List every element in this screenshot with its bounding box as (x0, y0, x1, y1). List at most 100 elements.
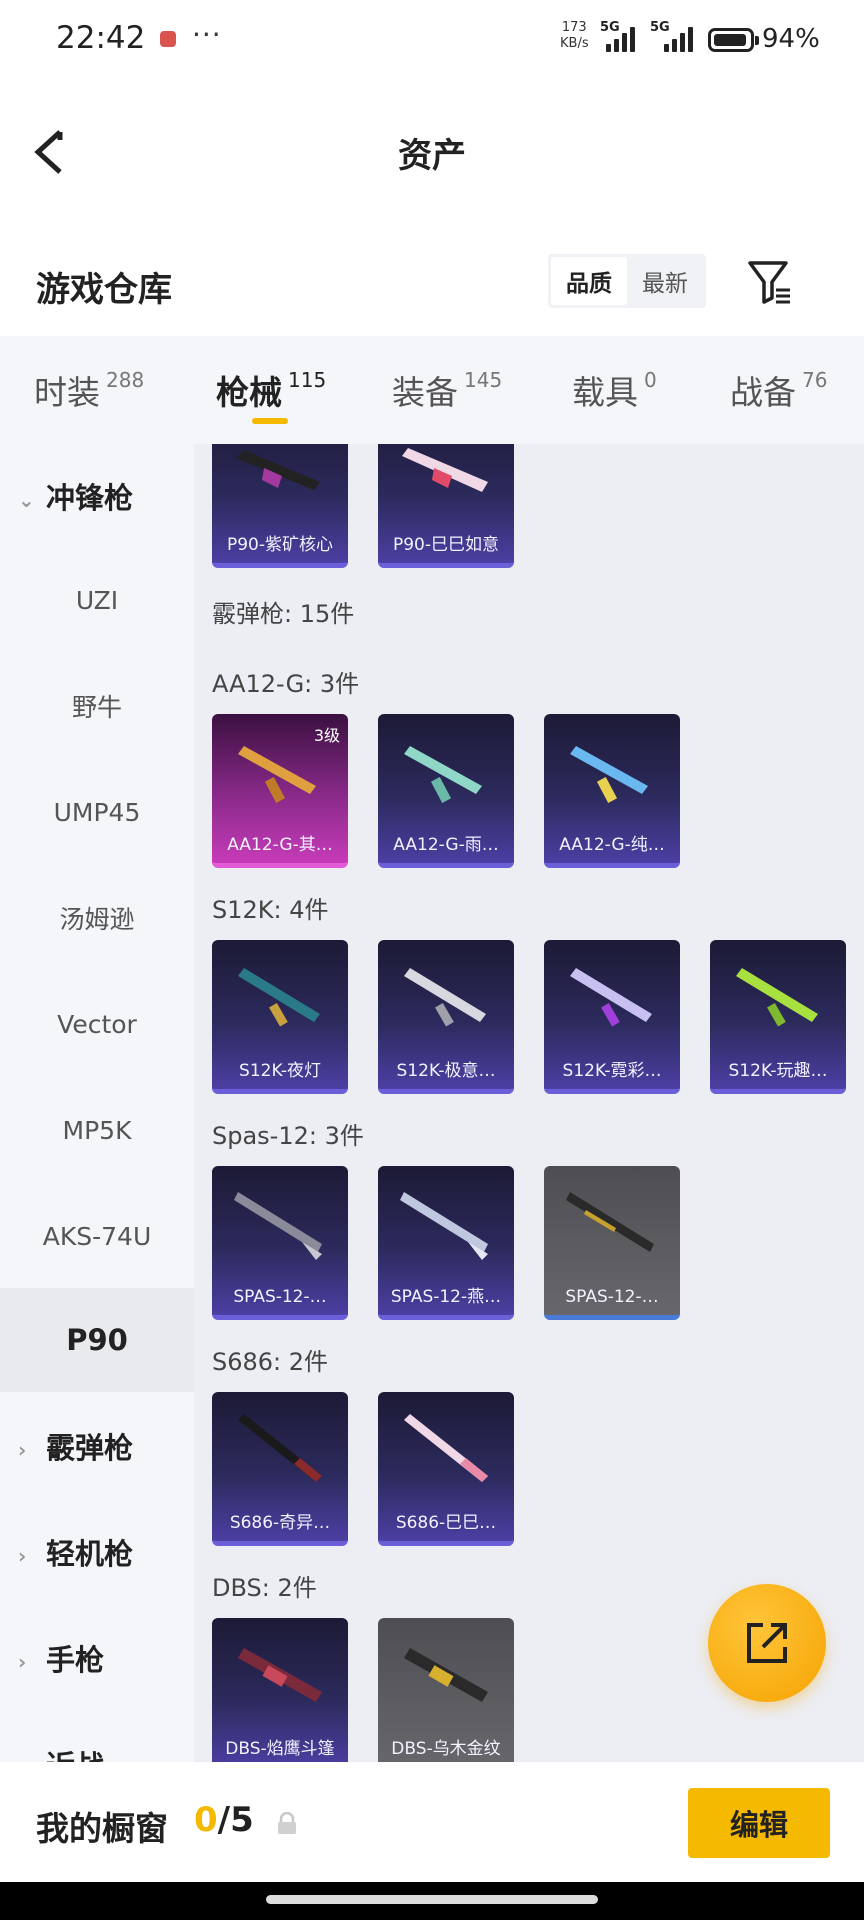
skin-name: S12K-玩趣… (728, 1061, 828, 1081)
nav-bar: 资产 (0, 84, 864, 214)
signal-2-icon (664, 26, 693, 52)
weapon-art-icon (402, 448, 488, 492)
skin-card[interactable]: S12K-夜灯 (212, 940, 348, 1094)
skin-name: SPAS-12-… (565, 1287, 659, 1307)
sidebar-item-ump45[interactable]: UMP45 (0, 760, 194, 864)
sort-quality-option[interactable]: 品质 (551, 257, 627, 305)
sidebar-item-label: 霰弹枪 (46, 1431, 134, 1465)
skin-name: S12K-霓彩… (562, 1061, 662, 1081)
tab-supplies[interactable]: 战备 76 (730, 366, 827, 414)
skin-card[interactable]: S12K-极意… (378, 940, 514, 1094)
skin-level-badge: 3级 (313, 726, 340, 745)
skin-card[interactable]: DBS-乌木金纹 (378, 1618, 514, 1762)
skin-name: P90-紫矿核心 (226, 535, 334, 555)
weapon-art-icon (238, 968, 320, 1027)
edit-button[interactable]: 编辑 (688, 1788, 830, 1858)
skin-name: S686-奇异… (229, 1513, 331, 1533)
battery-icon (708, 28, 759, 52)
system-nav-area (0, 1882, 864, 1920)
sidebar-group-melee[interactable]: › 近战 (0, 1712, 194, 1762)
skin-card[interactable]: P90-巳巳如意 (378, 444, 514, 568)
skin-name: S12K-极意… (396, 1061, 496, 1081)
filter-icon[interactable] (746, 258, 794, 308)
network-speed: 173 KB/s (560, 20, 589, 52)
skin-name: DBS-焰鹰斗篷 (225, 1739, 335, 1759)
skin-card[interactable]: SPAS-12-… (212, 1166, 348, 1320)
network-speed-value: 173 (561, 20, 587, 35)
weapon-art-icon (404, 746, 482, 803)
item-grid-scroll[interactable]: P90-紫矿核心 P90-巳巳如意 霰弹枪: 15件 AA12-G: 3件 3级… (194, 444, 864, 1762)
skin-name: SPAS-12-… (233, 1287, 327, 1307)
chevron-right-icon: › (18, 1438, 27, 1462)
sidebar-item-vector[interactable]: Vector (0, 972, 194, 1076)
chevron-down-icon: ⌄ (18, 488, 35, 512)
tab-label: 战备 (730, 373, 796, 412)
sidebar-group-pistol[interactable]: › 手枪 (0, 1606, 194, 1710)
chevron-right-icon: › (18, 1544, 27, 1568)
active-tab-indicator (252, 418, 288, 424)
tab-count: 145 (464, 368, 503, 392)
skin-name: P90-巳巳如意 (392, 535, 500, 555)
weapon-art-icon (400, 1192, 488, 1260)
sidebar-group-shotgun[interactable]: › 霰弹枪 (0, 1394, 194, 1498)
weapon-art-icon (238, 1414, 322, 1482)
status-time: 22:42 (56, 20, 146, 56)
skin-card[interactable]: S686-巳巳… (378, 1392, 514, 1546)
skin-name: AA12-G-雨… (393, 835, 499, 855)
home-indicator[interactable] (266, 1895, 598, 1904)
group-label-dbs: DBS: 2件 (212, 1574, 317, 1602)
tab-vehicles[interactable]: 载具 0 (572, 366, 657, 414)
sidebar-item-label: 轻机枪 (46, 1537, 134, 1571)
share-icon (747, 1623, 787, 1663)
tab-firearms[interactable]: 枪械 115 (216, 366, 326, 414)
sort-newest-option[interactable]: 最新 (627, 257, 703, 305)
sidebar-item-label: 近战 (46, 1743, 104, 1762)
sidebar-item-label: 手枪 (46, 1643, 105, 1677)
skin-card[interactable]: S12K-玩趣… (710, 940, 846, 1094)
skin-card[interactable]: DBS-焰鹰斗篷 (212, 1618, 348, 1762)
skin-card[interactable]: SPAS-12-燕… (378, 1166, 514, 1320)
skin-card[interactable]: AA12-G-雨… (378, 714, 514, 868)
skin-card[interactable]: AA12-G-纯… (544, 714, 680, 868)
weapon-art-icon (234, 1192, 322, 1260)
tab-count: 0 (644, 368, 657, 392)
weapon-art-icon (404, 968, 486, 1027)
group-label-spas12: Spas-12: 3件 (212, 1122, 364, 1150)
skin-name: SPAS-12-燕… (390, 1287, 502, 1307)
tab-equipment[interactable]: 装备 145 (392, 366, 502, 414)
showcase-total: /5 (217, 1800, 254, 1840)
sidebar-item-uzi[interactable]: UZI (0, 548, 194, 652)
battery-percent: 94% (762, 24, 820, 54)
weapon-art-icon (404, 1414, 488, 1482)
category-tabs: 时装 288 枪械 115 装备 145 载具 0 战备 76 (0, 336, 864, 444)
skin-name: AA12-G-其… (227, 835, 333, 855)
section-header: 游戏仓库 品质 最新 (0, 214, 864, 336)
skin-card[interactable]: 3级 AA12-G-其… (212, 714, 348, 868)
skin-card[interactable]: P90-紫矿核心 (212, 444, 348, 568)
sidebar-item-p90[interactable]: P90 (0, 1288, 194, 1392)
network-speed-unit: KB/s (560, 36, 589, 51)
skin-card[interactable]: S12K-霓彩… (544, 940, 680, 1094)
weapon-type-sidebar: ⌄ 冲锋枪 UZI 野牛 UMP45 汤姆逊 Vector MP5K AKS-7… (0, 444, 194, 1762)
tab-fashion[interactable]: 时装 288 (34, 366, 144, 414)
tab-label: 时装 (34, 373, 100, 412)
skin-card[interactable]: S686-奇异… (212, 1392, 348, 1546)
skin-card[interactable]: SPAS-12-… (544, 1166, 680, 1320)
sidebar-item-mp5k[interactable]: MP5K (0, 1078, 194, 1182)
sidebar-item-bizon[interactable]: 野牛 (0, 654, 194, 758)
tab-count: 76 (802, 368, 828, 392)
weapon-art-icon (736, 968, 818, 1027)
lock-icon (278, 1812, 296, 1834)
sidebar-group-smg[interactable]: ⌄ 冲锋枪 (0, 444, 194, 548)
weapon-art-icon (238, 1648, 322, 1702)
sort-toggle: 品质 最新 (548, 254, 706, 308)
status-bar: 22:42 ··· 173 KB/s 5G 5G 94% (0, 0, 864, 84)
tab-label: 装备 (392, 373, 458, 412)
tab-label: 枪械 (216, 373, 282, 412)
signal-1-icon (606, 26, 635, 52)
weapon-art-icon (236, 450, 320, 490)
share-button[interactable] (708, 1584, 826, 1702)
sidebar-item-aks74u[interactable]: AKS-74U (0, 1184, 194, 1288)
sidebar-item-thompson[interactable]: 汤姆逊 (0, 866, 194, 970)
sidebar-group-lmg[interactable]: › 轻机枪 (0, 1500, 194, 1604)
